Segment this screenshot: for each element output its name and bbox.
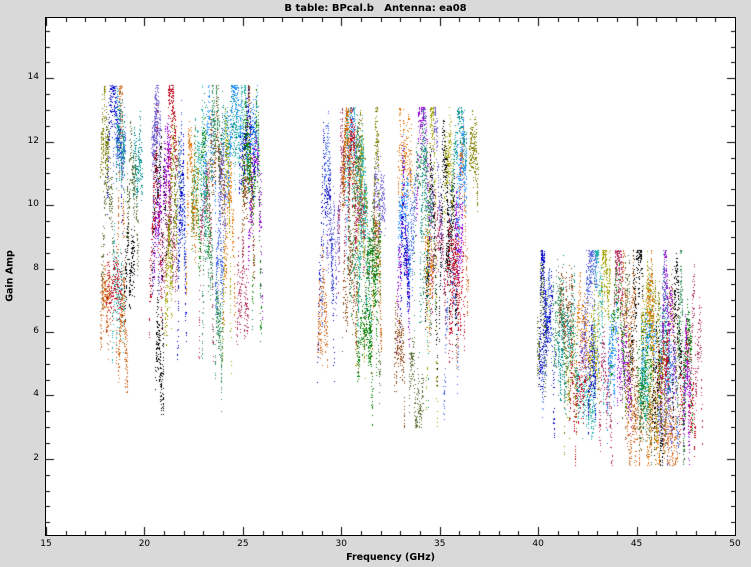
x-tick-label: 15 bbox=[34, 539, 58, 550]
y-tick-label: 14 bbox=[12, 72, 39, 83]
x-tick-label: 35 bbox=[428, 539, 452, 550]
x-tick-label: 20 bbox=[132, 539, 156, 550]
x-tick-label: 40 bbox=[526, 539, 550, 550]
y-tick-label: 12 bbox=[12, 136, 39, 147]
x-tick-label: 45 bbox=[625, 539, 649, 550]
scatter-canvas bbox=[46, 18, 735, 535]
bandpass-plot-window: B table: BPcal.b Antenna: ea08 Gain Amp … bbox=[0, 0, 751, 567]
x-tick-label: 25 bbox=[231, 539, 255, 550]
x-axis-label: Frequency (GHz) bbox=[45, 552, 736, 563]
chart-title: B table: BPcal.b Antenna: ea08 bbox=[0, 3, 751, 14]
y-tick-label: 4 bbox=[12, 389, 39, 400]
y-axis-label: Gain Amp bbox=[5, 250, 16, 302]
y-tick-label: 2 bbox=[12, 453, 39, 464]
y-tick-label: 6 bbox=[12, 326, 39, 337]
plot-area bbox=[45, 17, 736, 536]
x-tick-label: 30 bbox=[329, 539, 353, 550]
y-tick-label: 8 bbox=[12, 263, 39, 274]
y-tick-label: 10 bbox=[12, 199, 39, 210]
x-tick-label: 50 bbox=[723, 539, 747, 550]
